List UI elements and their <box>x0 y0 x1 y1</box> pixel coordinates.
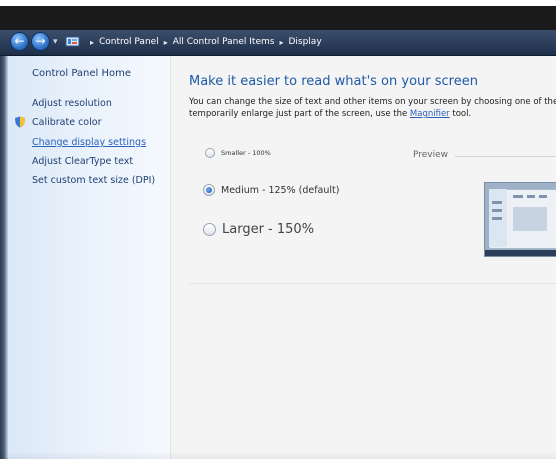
breadcrumb-separator: ▸ <box>90 37 95 47</box>
back-arrow-icon[interactable]: ← <box>10 32 29 51</box>
preview-row <box>513 195 523 198</box>
radio-button[interactable] <box>203 223 216 236</box>
preview-row <box>492 217 502 220</box>
preview-divider <box>455 156 556 157</box>
size-option-smaller[interactable]: Smaller - 100% <box>205 148 271 158</box>
breadcrumb-control-panel[interactable]: Control Panel <box>99 37 159 47</box>
size-option-medium[interactable]: Medium - 125% (default) <box>203 184 339 196</box>
magnifier-link[interactable]: Magnifier <box>410 109 450 119</box>
breadcrumb-separator: ▸ <box>279 37 284 47</box>
description-prefix: temporarily enlarge just part of the scr… <box>189 109 408 119</box>
sidebar-item-adjust-resolution[interactable]: Adjust resolution <box>32 98 112 109</box>
breadcrumb: ▸ Control Panel ▸ All Control Panel Item… <box>85 34 322 50</box>
window-left-edge <box>0 56 8 459</box>
description-suffix: tool. <box>452 109 472 119</box>
shield-icon <box>15 116 25 128</box>
breadcrumb-separator: ▸ <box>163 37 168 47</box>
sidebar-item-calibrate-color[interactable]: Calibrate color <box>32 117 101 128</box>
address-bar: ← → ▾ ▸ Control Panel ▸ All Control Pane… <box>0 30 556 56</box>
forward-arrow-icon[interactable]: → <box>31 32 50 51</box>
bottom-shadow <box>0 451 556 459</box>
preview-label: Preview <box>413 150 449 160</box>
size-option-label: Smaller - 100% <box>221 149 271 157</box>
control-panel-window: ← → ▾ ▸ Control Panel ▸ All Control Pane… <box>0 0 556 459</box>
window-top-frame <box>0 0 556 34</box>
preview-content <box>513 207 547 231</box>
dropdown-arrow-icon[interactable]: ▾ <box>53 38 58 47</box>
description-line-2: temporarily enlarge just part of the scr… <box>189 108 556 120</box>
preview-row <box>539 195 547 198</box>
sidebar-item-control-panel-home[interactable]: Control Panel Home <box>32 68 131 79</box>
section-divider <box>189 283 556 284</box>
radio-button-selected[interactable] <box>203 184 215 196</box>
sidebar-item-change-display-settings[interactable]: Change display settings <box>32 137 146 148</box>
size-option-label: Larger - 150% <box>222 222 315 237</box>
sidebar-item-adjust-cleartype[interactable]: Adjust ClearType text <box>32 156 133 167</box>
preview-row <box>492 201 502 204</box>
description-line-1: You can change the size of text and othe… <box>189 97 556 107</box>
radio-button[interactable] <box>205 148 215 158</box>
breadcrumb-all-items[interactable]: All Control Panel Items <box>173 37 275 47</box>
breadcrumb-display[interactable]: Display <box>288 37 321 47</box>
sidebar-item-custom-text-size[interactable]: Set custom text size (DPI) <box>32 175 155 186</box>
preview-row <box>492 209 502 212</box>
page-title: Make it easier to read what's on your sc… <box>189 74 478 89</box>
size-option-larger[interactable]: Larger - 150% <box>203 222 314 237</box>
page-description: You can change the size of text and othe… <box>189 96 556 120</box>
size-option-label: Medium - 125% (default) <box>221 184 340 196</box>
preview-row <box>527 195 535 198</box>
preview-taskbar <box>485 250 556 256</box>
preview-image <box>484 182 556 257</box>
control-panel-icon <box>65 36 80 47</box>
